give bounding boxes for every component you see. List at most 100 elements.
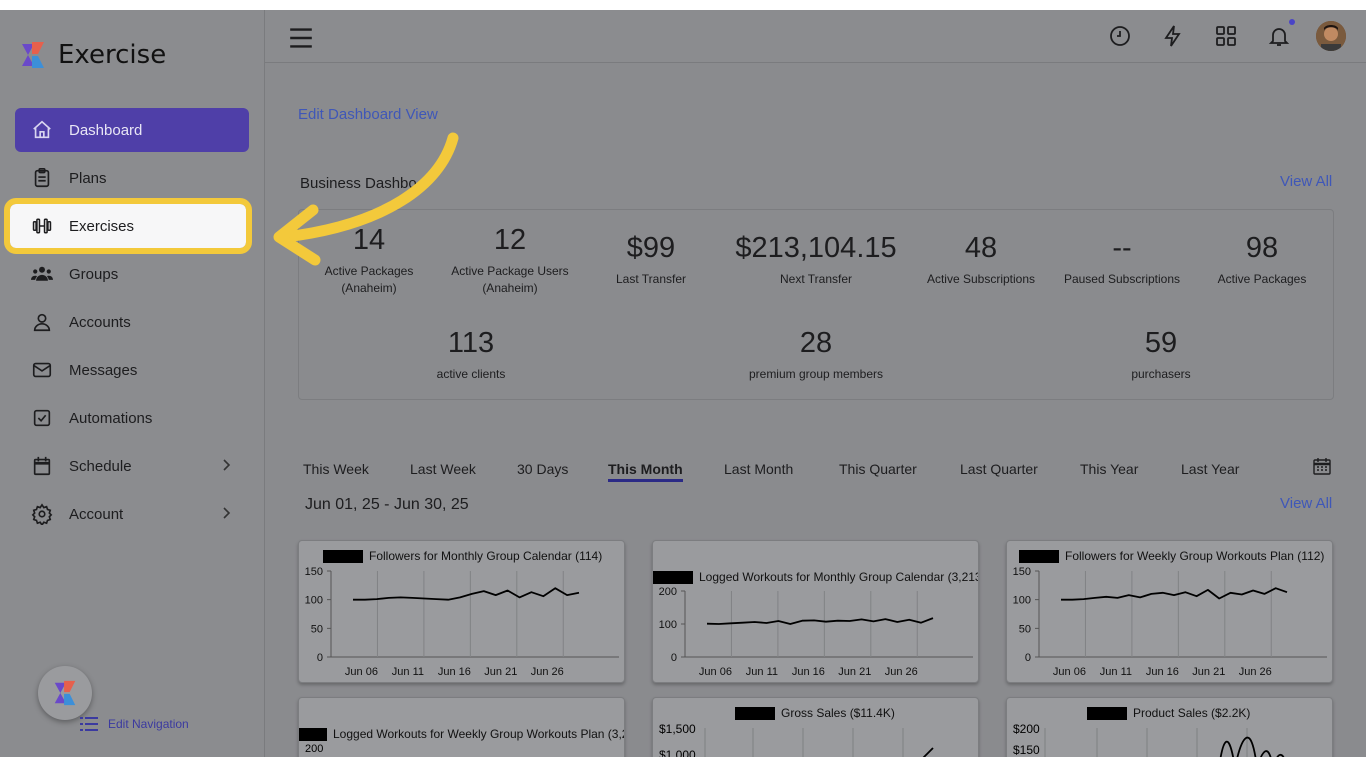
stat-active-clients: 113 active clients: [436, 327, 506, 381]
sidebar-item-accounts[interactable]: Accounts: [15, 300, 249, 344]
chart-card-gross-sales[interactable]: Gross Sales ($11.4K) $1,500 $1,000: [652, 697, 979, 757]
dumbbell-icon: [31, 215, 53, 237]
sidebar-item-label: Dashboard: [69, 121, 143, 139]
sidebar-item-label: Schedule: [69, 457, 132, 475]
date-range-label: Jun 01, 25 - Jun 30, 25: [305, 496, 469, 513]
app-logo[interactable]: Exercise: [18, 40, 166, 70]
tab-last-month[interactable]: Last Month: [724, 461, 793, 477]
line-chart: 0 50 100 150 Jun 06 Jun 11 Jun 16 Jun 21 Jun 26: [1013, 566, 1327, 678]
y-tick-label: 100: [1013, 595, 1031, 607]
sidebar-item-label: Automations: [69, 409, 153, 427]
mail-icon: [31, 359, 53, 381]
bell-icon[interactable]: [1267, 24, 1291, 48]
x-tick-label: Jun 11: [392, 666, 424, 678]
checkbox-icon: [31, 407, 53, 429]
sidebar-nav: Dashboard Plans Exercises Groups Account…: [4, 108, 252, 540]
x-tick-label: Jun 26: [885, 666, 918, 678]
tab-30-days[interactable]: 30 Days: [517, 461, 568, 477]
chart-card-logged-workouts-monthly[interactable]: Logged Workouts for Monthly Group Calend…: [652, 540, 979, 683]
tab-last-week[interactable]: Last Week: [410, 461, 476, 477]
series-line: [353, 587, 580, 601]
user-icon: [31, 311, 53, 333]
x-tick-label: Jun 26: [531, 666, 564, 678]
tab-this-month[interactable]: This Month: [608, 461, 683, 482]
y-tick-label: 200: [659, 586, 677, 598]
app-title: Exercise: [58, 40, 167, 70]
tab-last-quarter[interactable]: Last Quarter: [960, 461, 1038, 477]
x-tick-label: Jun 06: [345, 666, 378, 678]
calendar-icon: [31, 455, 53, 477]
sidebar-item-schedule[interactable]: Schedule: [15, 444, 249, 488]
edit-dashboard-view-link[interactable]: Edit Dashboard View: [298, 106, 438, 123]
chevron-right-icon: [223, 459, 231, 471]
sidebar-item-exercises[interactable]: Exercises: [4, 198, 252, 254]
sidebar-item-label: Account: [69, 505, 124, 523]
x-tick-label: Jun 21: [1192, 666, 1225, 678]
chart-card-logged-workouts-weekly[interactable]: Logged Workouts for Weekly Group Workout…: [298, 697, 625, 757]
hamburger-menu-icon[interactable]: [289, 26, 313, 50]
chart-title: Logged Workouts for Weekly Group Workout…: [299, 727, 624, 741]
y-tick-label: 0: [1025, 652, 1031, 664]
sidebar-item-plans[interactable]: Plans: [15, 156, 249, 200]
series-line: [1061, 587, 1288, 601]
y-tick-label: 0: [671, 652, 677, 664]
home-icon: [31, 119, 53, 141]
sidebar-item-messages[interactable]: Messages: [15, 348, 249, 392]
avatar[interactable]: [1316, 21, 1346, 51]
sidebar: Exercise Dashboard Plans Exercises Group…: [0, 10, 265, 757]
sidebar-item-label: Plans: [69, 169, 107, 187]
chart-card-product-sales[interactable]: Product Sales ($2.2K) $200 $150: [1006, 697, 1333, 757]
stat-active-packages: 98 Active Packages: [1217, 232, 1307, 286]
y-tick-label: 150: [1013, 566, 1031, 578]
tab-this-week[interactable]: This Week: [303, 461, 369, 477]
tab-last-year[interactable]: Last Year: [1181, 461, 1239, 477]
list-icon: [80, 717, 98, 731]
app-frame: Exercise Dashboard Plans Exercises Group…: [0, 10, 1366, 757]
y-tick-label: 100: [659, 619, 677, 631]
line-chart: 0 100 200 Jun 06 Jun 11 Jun 16 Jun 21 Jun 26: [659, 586, 973, 678]
y-tick-label: 0: [317, 652, 323, 664]
x-tick-label: Jun 11: [746, 666, 778, 678]
sidebar-item-label: Accounts: [69, 313, 131, 331]
stat-active-subscriptions: 48 Active Subscriptions: [926, 232, 1036, 286]
x-tick-label: Jun 26: [1239, 666, 1272, 678]
tab-this-year[interactable]: This Year: [1080, 461, 1138, 477]
sidebar-item-dashboard[interactable]: Dashboard: [15, 108, 249, 152]
sidebar-item-account[interactable]: Account: [15, 492, 249, 536]
view-all-link-charts[interactable]: View All: [1280, 495, 1332, 512]
apps-grid-icon[interactable]: [1214, 24, 1238, 48]
gross-sales-line: [704, 728, 934, 757]
sidebar-item-automations[interactable]: Automations: [15, 396, 249, 440]
sidebar-item-label: Groups: [69, 265, 119, 283]
notification-dot: [1289, 19, 1295, 25]
stat-last-transfer: $99 Last Transfer: [615, 232, 687, 286]
edit-navigation-link[interactable]: Edit Navigation: [80, 717, 189, 731]
top-bar: [265, 10, 1366, 63]
stat-next-transfer: $213,104.15 Next Transfer: [735, 232, 897, 286]
calendar-icon[interactable]: [1313, 457, 1331, 475]
logo-mark-icon: [54, 680, 76, 706]
tab-this-quarter[interactable]: This Quarter: [839, 461, 917, 477]
y-tick-label: 50: [311, 623, 323, 635]
brand-badge[interactable]: [38, 666, 92, 720]
chart-card-followers-monthly[interactable]: Followers for Monthly Group Calendar (11…: [298, 540, 625, 683]
y-tick-label: 50: [1019, 623, 1031, 635]
sidebar-item-groups[interactable]: Groups: [15, 252, 249, 296]
x-tick-label: Jun 06: [1053, 666, 1086, 678]
clipboard-icon: [31, 167, 53, 189]
clock-icon[interactable]: [1108, 24, 1132, 48]
lightning-icon[interactable]: [1161, 24, 1185, 48]
y-tick-label: 150: [305, 566, 323, 578]
view-all-link[interactable]: View All: [1280, 173, 1332, 190]
y-tick-label: 200: [305, 743, 324, 755]
chart-card-followers-weekly[interactable]: Followers for Weekly Group Workouts Plan…: [1006, 540, 1333, 683]
x-tick-label: Jun 06: [699, 666, 732, 678]
x-tick-label: Jun 16: [1146, 666, 1179, 678]
stat-premium-group-members: 28 premium group members: [748, 327, 884, 381]
x-tick-label: Jun 16: [438, 666, 471, 678]
annotation-arrow: [273, 132, 459, 266]
x-tick-label: Jun 11: [1100, 666, 1132, 678]
legend-swatch: [299, 727, 327, 741]
gear-icon: [31, 503, 53, 525]
logo-mark-icon: [22, 42, 44, 68]
